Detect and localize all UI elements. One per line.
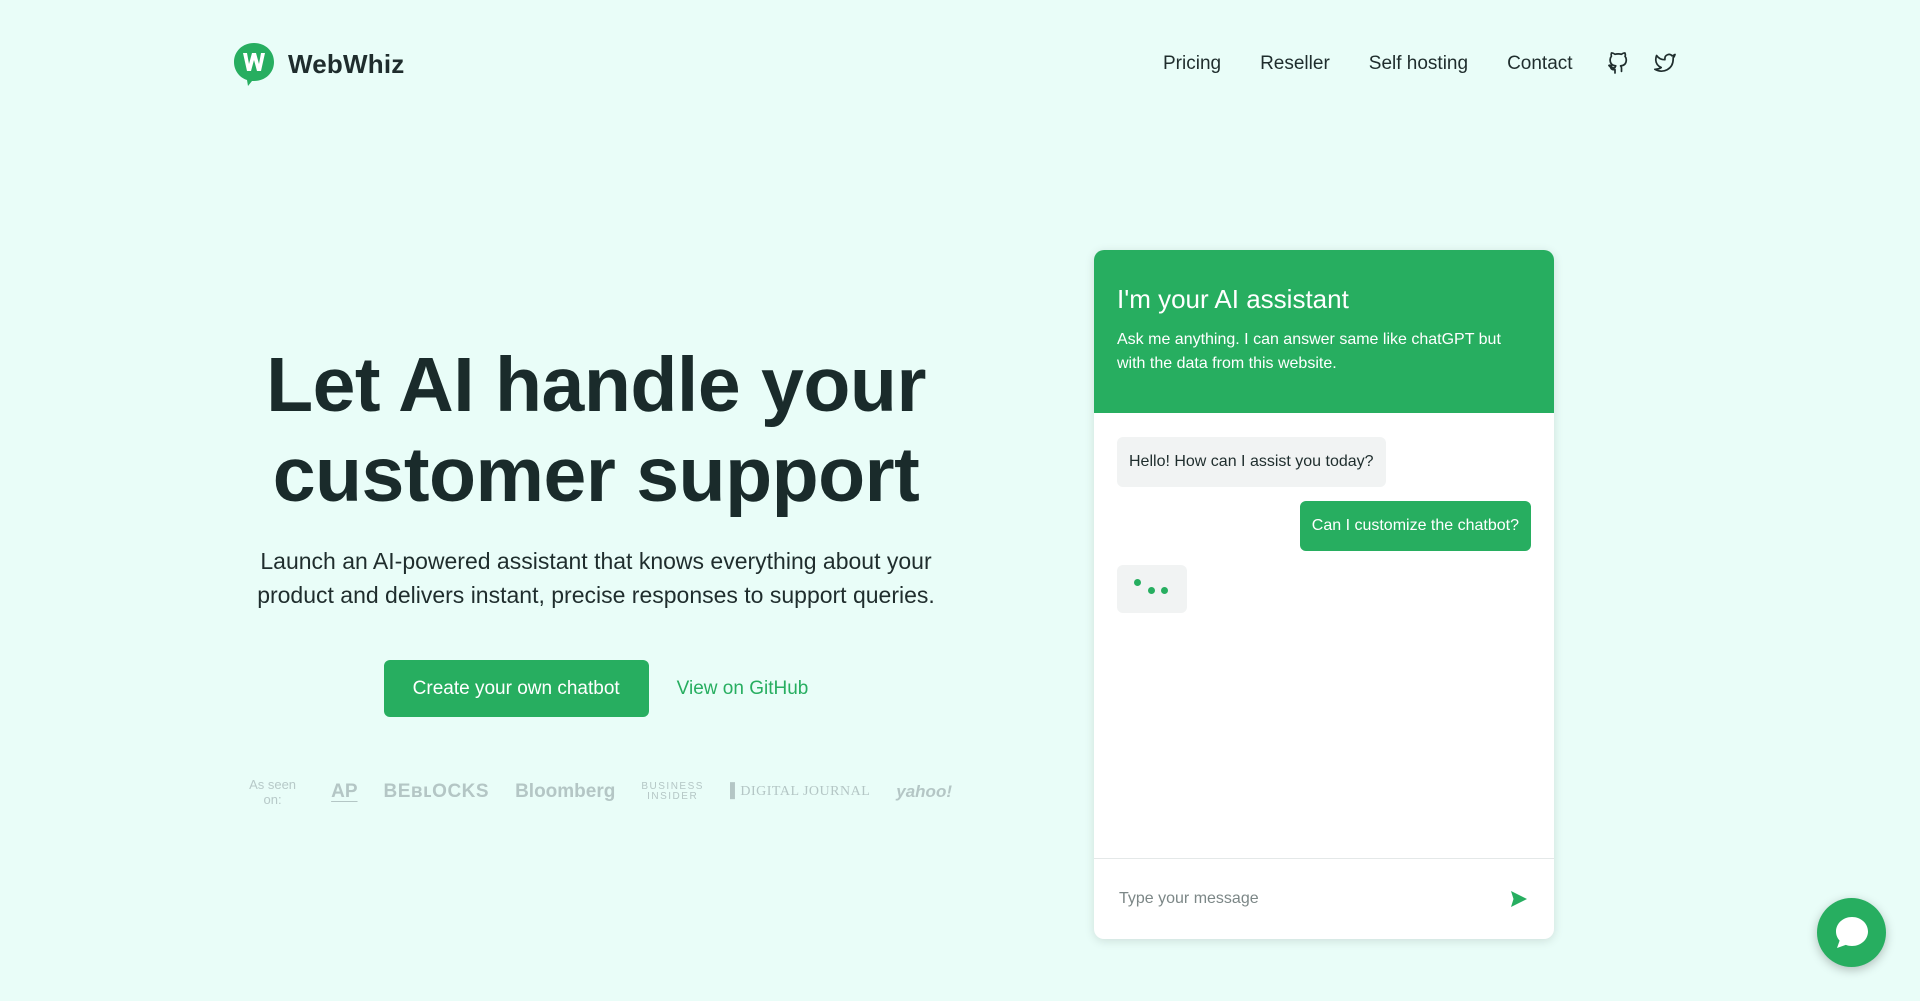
chat-title: I'm your AI assistant [1117,284,1349,314]
chat-header: I'm your AI assistant Ask me anything. I… [1094,250,1554,413]
press-logo-digital-journal: ▌DIGITAL JOURNAL [729,784,871,799]
social-links [1606,50,1676,76]
typing-indicator [1117,565,1187,613]
press-logo-business-insider-line2: INSIDER [647,791,699,802]
press-logo-benzinga: BEʙʟOCKS [383,781,490,802]
view-on-github-link[interactable]: View on GitHub [677,678,809,700]
create-chatbot-button[interactable]: Create your own chatbot [383,660,649,717]
press-logo-yahoo-finance: yahoo! [896,782,952,801]
chat-widget: I'm your AI assistant Ask me anything. I… [1094,250,1554,939]
brand-name: WebWhiz [288,48,405,79]
as-seen-on-strip: As seen on: AP BEʙʟOCKS Bloomberg BUSINE… [240,777,952,807]
chat-message-input[interactable] [1117,879,1505,919]
user-message: Can I customize the chatbot? [1299,501,1531,551]
nav-reseller[interactable]: Reseller [1260,50,1330,78]
typing-dot [1148,587,1155,594]
message-row: Hello! How can I assist you today? [1117,437,1531,487]
chat-input-bar [1094,858,1554,939]
chat-messages[interactable]: Hello! How can I assist you today? Can I… [1094,413,1554,858]
hero-title-line1: Let AI handle your [266,342,926,428]
main-nav: Pricing Reseller Self hosting Contact [1163,50,1573,78]
press-logo-business-insider: BUSINESS INSIDER [641,782,704,802]
github-icon[interactable] [1606,50,1630,76]
hero-title: Let AI handle your customer support [240,340,952,520]
logo-link[interactable]: WebWhiz [232,41,404,87]
nav-contact[interactable]: Contact [1507,50,1572,78]
message-row: Can I customize the chatbot? [1117,501,1531,551]
typing-dot [1161,587,1168,594]
press-logo-ap: AP [331,781,358,802]
as-seen-label: As seen on: [249,777,297,807]
webwhiz-logo-icon [234,43,274,86]
cta-row: Create your own chatbot View on GitHub [240,660,952,717]
hero-title-line2: customer support [272,432,920,518]
chat-bubble-icon [1835,916,1868,948]
twitter-icon[interactable] [1652,50,1676,76]
chat-subtitle: Ask me anything. I can answer same like … [1117,331,1501,372]
hero-section: Let AI handle your customer support Laun… [240,340,952,807]
nav-self-hosting[interactable]: Self hosting [1369,50,1468,78]
bot-message: Hello! How can I assist you today? [1117,437,1386,487]
hero-description: Launch an AI-powered assistant that know… [257,548,935,608]
nav-pricing[interactable]: Pricing [1163,50,1221,78]
send-icon [1511,891,1527,907]
site-header: WebWhiz Pricing Reseller Self hosting Co… [0,0,1920,130]
send-button[interactable] [1505,886,1531,912]
chat-launcher-button[interactable] [1817,898,1886,967]
typing-dot [1134,579,1141,586]
press-logo-bloomberg: Bloomberg [515,781,616,802]
